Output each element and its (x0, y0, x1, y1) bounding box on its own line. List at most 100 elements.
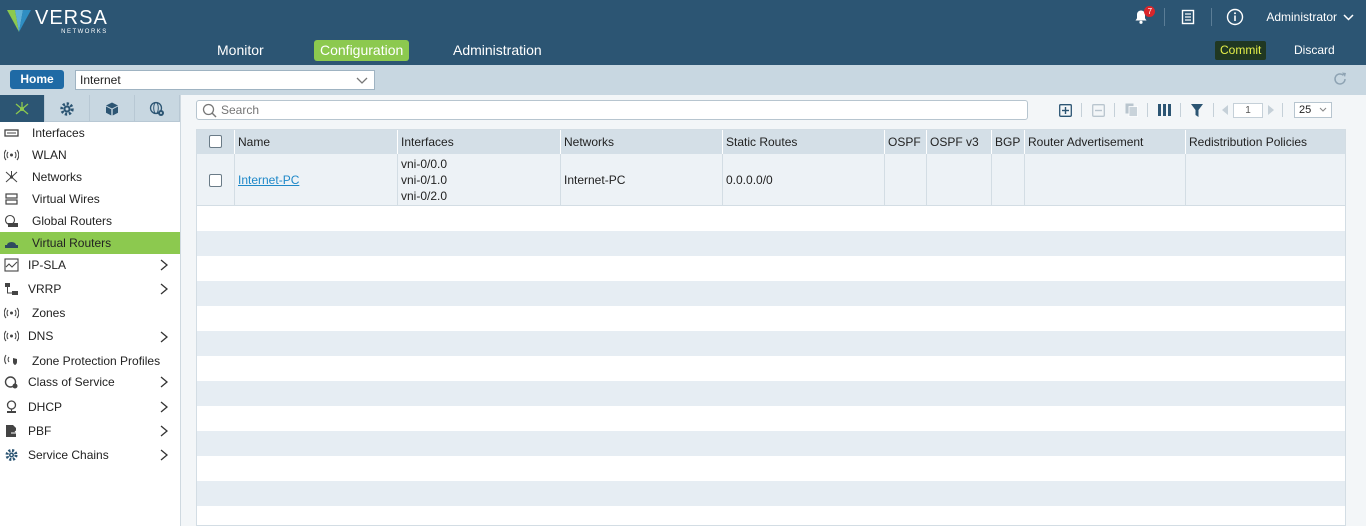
router-name-link[interactable]: Internet-PC (238, 173, 299, 187)
vrrp-icon (5, 283, 18, 295)
column-header-redistribution-policies[interactable]: Redistribution Policies (1185, 130, 1345, 154)
sidebar-item-wlan[interactable]: WLAN (0, 144, 180, 166)
home-button[interactable]: Home (10, 70, 64, 89)
sidebar-item-zones[interactable]: Zones (0, 302, 180, 324)
sidebar-item-global-routers[interactable]: Global Routers (0, 210, 180, 232)
column-header-networks[interactable]: Networks (560, 130, 722, 154)
column-header-interfaces[interactable]: Interfaces (397, 130, 560, 154)
row-checkbox[interactable] (209, 173, 222, 187)
ip-sla-icon (4, 258, 19, 272)
sidebar-item-label: Service Chains (28, 448, 109, 462)
column-header-ospf[interactable]: OSPF (884, 130, 926, 154)
chevron-down-icon (356, 71, 368, 94)
columns-button[interactable] (1153, 100, 1175, 120)
sidebar-item-zone-protection-profiles[interactable]: Zone Protection Profiles (0, 348, 180, 372)
column-header-router-advertisement[interactable]: Router Advertisement (1024, 130, 1185, 154)
router-icon (5, 242, 18, 248)
brand-sub: NETWORKS (61, 29, 108, 35)
sidebar-item-interfaces[interactable]: Interfaces (0, 122, 180, 144)
clone-button[interactable] (1120, 100, 1142, 120)
page-size-value: 25 (1299, 104, 1312, 116)
delete-button[interactable] (1087, 100, 1109, 120)
task-list-button[interactable] (1171, 0, 1205, 34)
commit-button[interactable]: Commit (1215, 41, 1267, 60)
empty-row (197, 456, 1345, 481)
nav-monitor[interactable]: Monitor (211, 40, 270, 61)
sidebar-item-virtual-wires[interactable]: Virtual Wires (0, 188, 180, 210)
column-header-bgp[interactable]: BGP (991, 130, 1024, 154)
table-toolbar: 1 25 (1054, 100, 1332, 120)
nav-administration[interactable]: Administration (447, 40, 548, 61)
sidebar-item-virtual-routers[interactable]: Virtual Routers (0, 232, 180, 254)
versa-logo[interactable]: VERSA NETWORKS (6, 8, 108, 38)
notifications-button[interactable]: 7 (1124, 0, 1158, 34)
divider (1211, 8, 1213, 26)
tab-others[interactable] (135, 95, 180, 122)
cube-icon (106, 102, 118, 115)
sidebar-item-service-chains[interactable]: Service Chains (0, 444, 180, 468)
context-bar: Home Internet (0, 65, 1366, 95)
virtual-wire-icon (5, 193, 18, 205)
table-row[interactable]: Internet-PC vni-0/0.0 vni-0/1.0 vni-0/2.… (197, 154, 1345, 206)
sidebar-item-label: Zones (32, 306, 66, 320)
virtual-routers-table: Name Interfaces Networks Static Routes O… (196, 129, 1346, 526)
chevron-left-icon (1222, 105, 1228, 115)
divider (1180, 103, 1181, 117)
empty-row (197, 231, 1345, 256)
sidebar-item-label: PBF (28, 424, 52, 438)
tab-networking[interactable] (0, 95, 45, 122)
global-router-icon (4, 214, 18, 227)
column-header-static-routes[interactable]: Static Routes (722, 130, 884, 154)
organization-select[interactable]: Internet (75, 70, 375, 90)
refresh-button[interactable] (1332, 71, 1348, 92)
filter-button[interactable] (1186, 100, 1208, 120)
chevron-down-icon (1319, 103, 1327, 121)
chevron-right-icon (160, 371, 169, 398)
select-all-checkbox[interactable] (209, 135, 222, 148)
organization-value: Internet (80, 73, 121, 87)
zones-icon (4, 307, 19, 319)
column-header-ospf-v3[interactable]: OSPF v3 (926, 130, 991, 154)
cell-static-routes: 0.0.0.0/0 (722, 154, 884, 206)
page-number-input[interactable]: 1 (1233, 102, 1263, 118)
gear-icon (60, 101, 74, 116)
sidebar-item-class-of-service[interactable]: Class of Service (0, 372, 180, 396)
empty-row (197, 206, 1345, 231)
nav-configuration[interactable]: Configuration (314, 40, 410, 61)
user-name: Administrator (1266, 10, 1337, 24)
networks-value: Internet-PC (564, 173, 626, 187)
cell-ospf-v3 (926, 154, 991, 206)
sidebar-item-dns[interactable]: DNS (0, 324, 180, 348)
notification-count-badge: 7 (1144, 6, 1156, 17)
sidebar-item-dhcp[interactable]: DHCP (0, 396, 180, 420)
sidebar-item-vrrp[interactable]: VRRP (0, 276, 180, 302)
add-button[interactable] (1054, 100, 1076, 120)
column-header-name[interactable]: Name (234, 130, 397, 154)
divider (1114, 103, 1115, 117)
user-menu[interactable]: Administrator (1266, 10, 1354, 24)
page-size-select[interactable]: 25 (1294, 102, 1332, 118)
cell-interfaces: vni-0/0.0 vni-0/1.0 vni-0/2.0 (397, 154, 560, 206)
sidebar-item-ip-sla[interactable]: IP-SLA (0, 254, 180, 276)
header-actions: 7 Administrator (1124, 0, 1366, 34)
search-box[interactable] (196, 100, 1028, 120)
sidebar-item-label: DHCP (28, 400, 63, 414)
sidebar-tabs (0, 95, 180, 122)
search-input[interactable] (221, 102, 1011, 118)
empty-row (197, 356, 1345, 381)
tab-objects[interactable] (90, 95, 135, 122)
empty-row (197, 431, 1345, 456)
static-routes-value: 0.0.0.0/0 (726, 173, 773, 187)
empty-row (197, 331, 1345, 356)
sidebar-item-pbf[interactable]: PBF (0, 420, 180, 444)
next-page-button[interactable] (1265, 100, 1277, 120)
previous-page-button[interactable] (1219, 100, 1231, 120)
main-content: 1 25 Name Interf (181, 95, 1366, 526)
sidebar-item-label: IP-SLA (28, 258, 67, 272)
tab-services[interactable] (45, 95, 90, 122)
discard-button[interactable]: Discard (1294, 41, 1335, 60)
info-button[interactable] (1218, 0, 1252, 34)
divider (1164, 8, 1166, 26)
sidebar-item-networks[interactable]: Networks (0, 166, 180, 188)
dhcp-icon (6, 400, 17, 413)
